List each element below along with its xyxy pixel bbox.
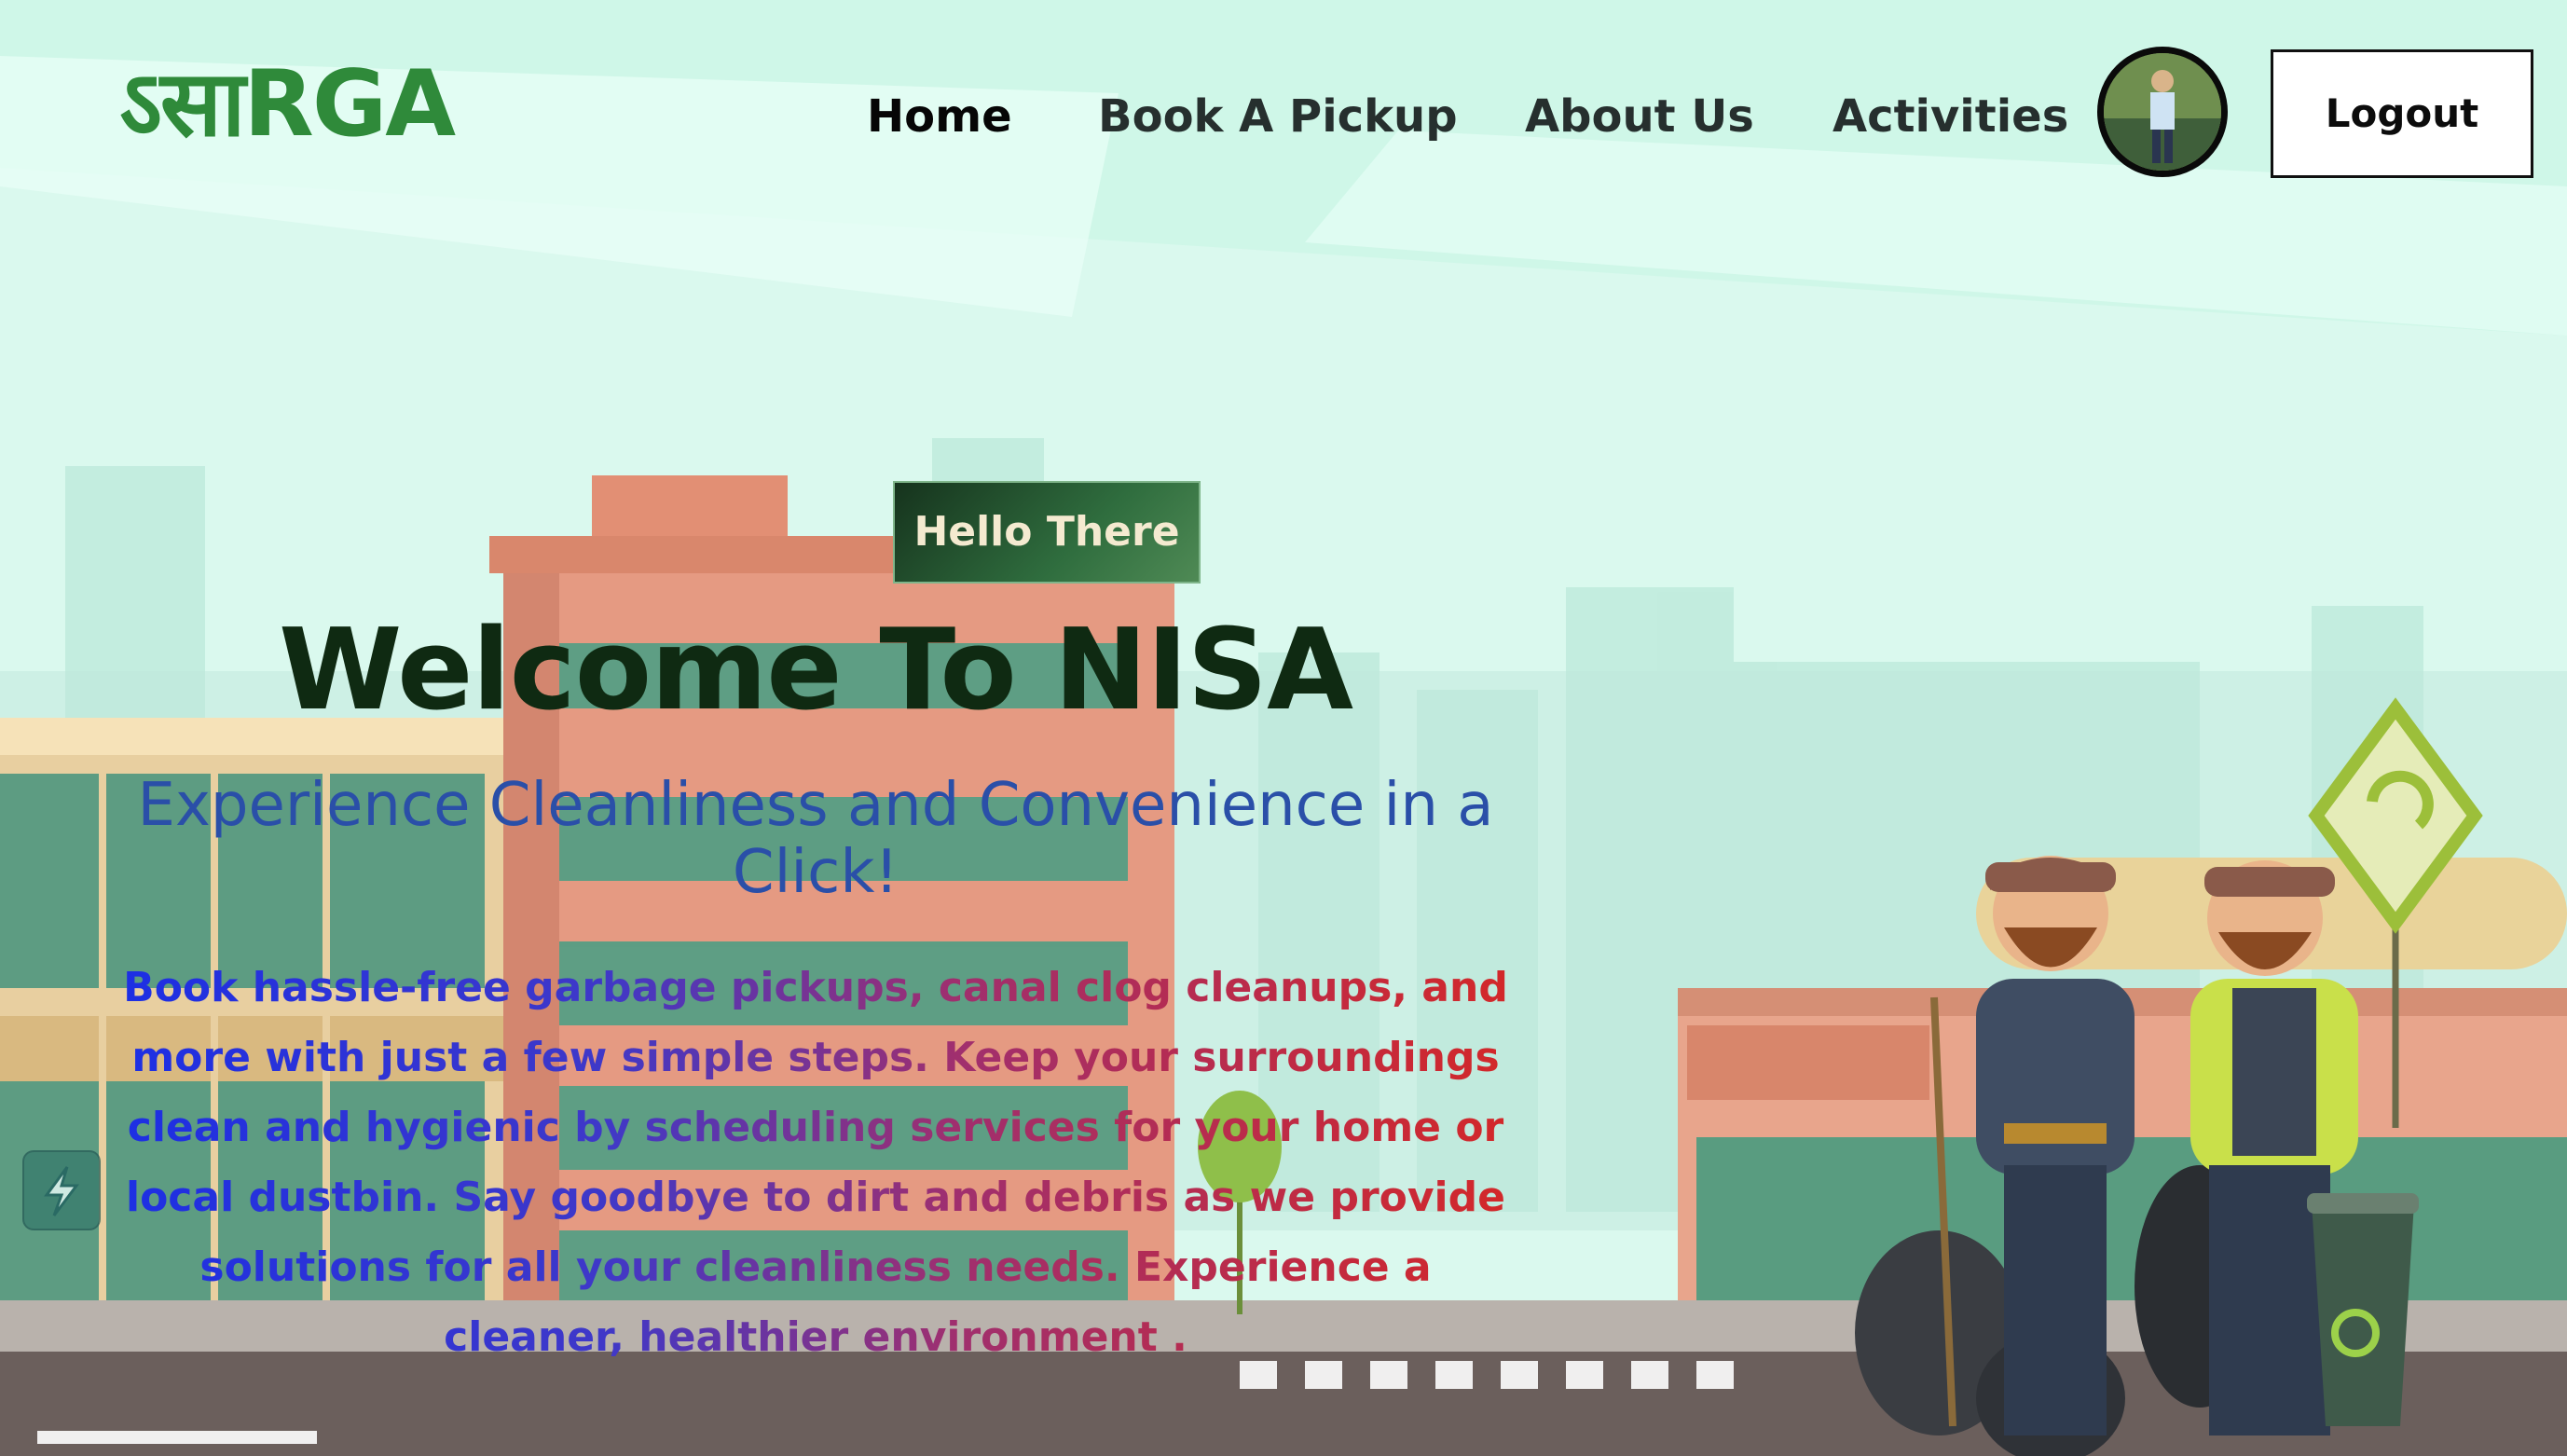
nav-link-activities[interactable]: Activities — [1833, 84, 2068, 149]
hello-badge: Hello There — [893, 481, 1201, 584]
user-avatar-icon — [2104, 53, 2221, 171]
hero-subtitle: Experience Cleanliness and Convenience i… — [137, 771, 1494, 907]
nav-link-book-a-pickup[interactable]: Book A Pickup — [1098, 84, 1458, 149]
hero-description: Book hassle-free garbage pickups, canal … — [112, 953, 1519, 1372]
side-widget-handle[interactable] — [22, 1150, 101, 1230]
logout-button[interactable]: Logout — [2271, 49, 2533, 178]
nav-link-about-us[interactable]: About Us — [1525, 84, 1754, 149]
lightning-icon — [44, 1166, 79, 1216]
nav-link-home[interactable]: Home — [867, 84, 1012, 149]
hero-title: Welcome To NISA — [279, 606, 1353, 735]
brand-logo[interactable]: ऽसाRGA — [119, 48, 456, 160]
user-avatar[interactable] — [2097, 47, 2228, 177]
